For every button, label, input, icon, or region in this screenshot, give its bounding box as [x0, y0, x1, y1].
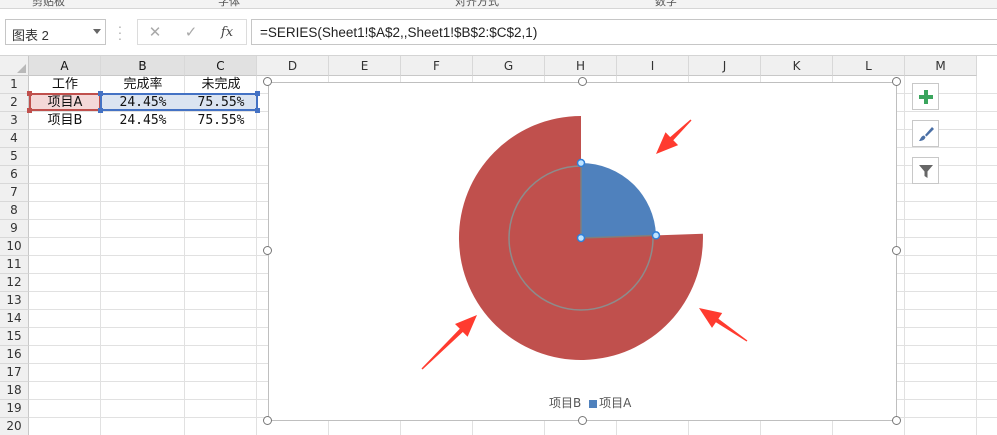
series-selection-point[interactable]	[651, 231, 661, 240]
insert-function-icon[interactable]: fx	[216, 23, 238, 43]
row-header[interactable]: 11	[0, 256, 29, 274]
column-header[interactable]: M	[905, 56, 977, 76]
column-gridline	[976, 76, 977, 435]
column-header[interactable]: F	[401, 56, 473, 76]
row-header[interactable]: 19	[0, 400, 29, 418]
column-header[interactable]: D	[257, 56, 329, 76]
series-selection-point[interactable]	[576, 233, 586, 243]
brush-icon	[919, 127, 934, 141]
cell-A3[interactable]: 项目B	[29, 112, 101, 130]
column-header[interactable]: C	[185, 56, 257, 76]
cell-B1[interactable]: 完成率	[101, 76, 185, 94]
resize-handle-r[interactable]	[892, 246, 901, 255]
series-selection-point[interactable]	[576, 158, 586, 168]
splitter-dots-icon[interactable]: · · ·	[117, 19, 123, 45]
column-header[interactable]: B	[101, 56, 185, 76]
row-header[interactable]: 16	[0, 346, 29, 364]
row-header[interactable]: 6	[0, 166, 29, 184]
ribbon-group-font: 字体	[218, 0, 240, 8]
resize-handle-br[interactable]	[892, 416, 901, 425]
cell-C2[interactable]: 75.55%	[185, 94, 257, 112]
row-header[interactable]: 18	[0, 382, 29, 400]
column-header[interactable]: A	[29, 56, 101, 76]
row-header[interactable]: 15	[0, 328, 29, 346]
column-header[interactable]: J	[689, 56, 761, 76]
row-header[interactable]: 14	[0, 310, 29, 328]
column-gridline	[904, 76, 905, 435]
row-header[interactable]: 13	[0, 292, 29, 310]
plus-icon	[919, 90, 933, 104]
cell-B2[interactable]: 24.45%	[101, 94, 185, 112]
callout-arrow-left[interactable]	[421, 315, 478, 370]
ribbon-group-labels: 剪贴板 字体 对齐方式 数字	[0, 0, 997, 9]
row-header[interactable]: 20	[0, 418, 29, 435]
cancel-icon[interactable]: ✕	[144, 23, 166, 43]
callout-arrow-top[interactable]	[656, 119, 692, 155]
column-header[interactable]: K	[761, 56, 833, 76]
row-header[interactable]: 12	[0, 274, 29, 292]
name-box-value: 图表 2	[12, 28, 49, 43]
formula-bar: 图表 2 · · · ✕ ✓ fx =SERIES(Sheet1!$A$2,,She…	[0, 9, 997, 56]
ribbon-group-number: 数字	[655, 0, 677, 8]
select-all-corner[interactable]	[0, 56, 29, 76]
row-header[interactable]: 9	[0, 220, 29, 238]
column-header[interactable]: G	[473, 56, 545, 76]
formula-buttons: ✕ ✓ fx	[137, 19, 247, 45]
enter-icon[interactable]: ✓	[180, 23, 202, 43]
filter-icon	[919, 165, 933, 178]
legend-label-b: 项目B	[549, 396, 582, 410]
row-header[interactable]: 5	[0, 148, 29, 166]
legend-item-a[interactable]: 项目A	[585, 394, 631, 411]
row-header[interactable]: 2	[0, 94, 29, 112]
column-header[interactable]: H	[545, 56, 617, 76]
chevron-down-icon[interactable]	[93, 29, 101, 34]
cell-B3[interactable]: 24.45%	[101, 112, 185, 130]
column-header[interactable]: L	[833, 56, 905, 76]
chart-filters-button[interactable]	[912, 157, 939, 184]
row-header[interactable]: 10	[0, 238, 29, 256]
cell-A1[interactable]: 工作	[29, 76, 101, 94]
chart-elements-button[interactable]	[912, 83, 939, 110]
ribbon-group-clipboard: 剪贴板	[32, 0, 65, 8]
pie-chart-plot[interactable]	[269, 83, 898, 422]
legend-label-a: 项目A	[599, 396, 632, 410]
pie-slice-project-a-done[interactable]	[581, 162, 656, 238]
resize-handle-bl[interactable]	[263, 416, 272, 425]
formula-text: =SERIES(Sheet1!$A$2,,Sheet1!$B$2:$C$2,1)	[260, 25, 538, 40]
row-header[interactable]: 3	[0, 112, 29, 130]
callout-arrow-right[interactable]	[699, 308, 748, 342]
chart-legend[interactable]: 项目B 项目A	[549, 394, 631, 410]
column-header[interactable]: E	[329, 56, 401, 76]
row-header[interactable]: 8	[0, 202, 29, 220]
cell-C3[interactable]: 75.55%	[185, 112, 257, 130]
row-header[interactable]: 1	[0, 76, 29, 94]
name-box[interactable]: 图表 2	[5, 19, 106, 45]
resize-handle-tr[interactable]	[892, 77, 901, 86]
row-header[interactable]: 7	[0, 184, 29, 202]
row-header[interactable]: 17	[0, 364, 29, 382]
resize-handle-b[interactable]	[578, 416, 587, 425]
cell-A2[interactable]: 项目A	[29, 94, 101, 112]
resize-handle-l[interactable]	[263, 246, 272, 255]
legend-item-b[interactable]: 项目B	[549, 394, 581, 411]
legend-swatch-a	[589, 399, 598, 408]
cell-C1[interactable]: 未完成	[185, 76, 257, 94]
resize-handle-tl[interactable]	[263, 77, 272, 86]
chart-styles-button[interactable]	[912, 120, 939, 147]
formula-input[interactable]: =SERIES(Sheet1!$A$2,,Sheet1!$B$2:$C$2,1)	[251, 19, 997, 45]
row-header[interactable]: 4	[0, 130, 29, 148]
chart-area[interactable]: 项目B 项目A	[268, 82, 897, 421]
column-header[interactable]: I	[617, 56, 689, 76]
ribbon-group-alignment: 对齐方式	[455, 0, 499, 8]
resize-handle-t[interactable]	[578, 77, 587, 86]
